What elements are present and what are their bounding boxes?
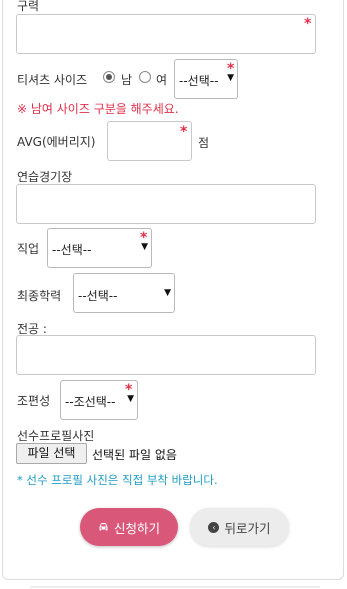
group-label: 조편성 [17, 394, 51, 408]
gender-female-radio[interactable] [139, 71, 151, 83]
major-input[interactable] [16, 335, 316, 375]
shirt-size-select-value: --선택-- [179, 74, 219, 88]
avg-label: AVG(에버리지) [17, 135, 96, 149]
apply-button[interactable]: 신청하기 [80, 508, 178, 546]
photo-label: 선수프로필사진 [17, 429, 95, 443]
required-mark: * [227, 61, 235, 77]
education-select[interactable]: --선택-- ▼ [73, 273, 175, 313]
gender-warning: ※ 남여 사이즈 구분을 해주세요. [17, 102, 179, 116]
education-select-value: --선택-- [78, 289, 118, 303]
group-select-value: --조선택-- [65, 395, 116, 409]
gender-female-label: 여 [156, 73, 168, 87]
practice-alley-label: 연습경기장 [17, 170, 73, 184]
required-mark: * [125, 382, 133, 398]
chevron-down-icon: ▼ [164, 288, 171, 298]
avg-unit: 점 [198, 136, 210, 150]
gender-male-radio[interactable] [103, 71, 115, 83]
job-label: 직업 [17, 242, 40, 256]
required-mark: * [304, 16, 312, 32]
photo-note: * 선수 프로필 사진은 직접 부착 바랍니다. [17, 473, 218, 487]
back-button[interactable]: ‹ 뒤로가기 [190, 508, 289, 546]
shirt-size-label: 티셔츠 사이즈 [17, 73, 88, 87]
career-input[interactable] [16, 14, 316, 54]
job-select-value: --선택-- [52, 243, 92, 257]
file-status: 선택된 파일 없음 [92, 448, 177, 462]
back-button-label: 뒤로가기 [224, 520, 271, 536]
file-select-button[interactable]: 파일 선택 [16, 443, 87, 464]
apply-button-label: 신청하기 [113, 520, 160, 536]
practice-alley-input[interactable] [16, 184, 316, 224]
chevron-left-circle-icon: ‹ [208, 521, 220, 533]
required-mark: * [180, 124, 188, 140]
career-label: 구력 [17, 0, 40, 13]
education-label: 최종학력 [17, 289, 62, 303]
car-icon [98, 520, 109, 535]
gender-male-label: 남 [121, 73, 133, 87]
job-select[interactable]: --선택-- ▼ [47, 228, 152, 268]
required-mark: * [140, 230, 148, 246]
